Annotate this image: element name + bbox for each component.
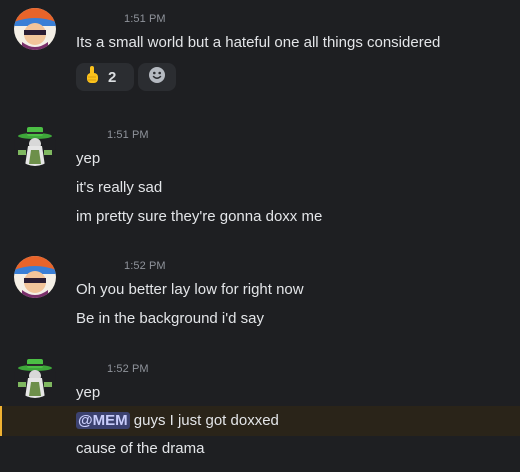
green-hat-avatar-icon[interactable] (14, 356, 56, 398)
pointing-up-emoji-icon (82, 65, 102, 90)
user-mention[interactable]: @MEM (76, 412, 130, 429)
message-text: it's really sad (76, 179, 163, 196)
message-text: Be in the background i'd say (76, 310, 264, 327)
message-text: yep (76, 150, 101, 167)
message-timestamp: 1:52 PM (107, 363, 149, 375)
message-text: Oh you better lay low for right now (76, 281, 304, 298)
reaction-pointing-up[interactable]: 2 (76, 63, 134, 91)
message-timestamp: 1:52 PM (124, 260, 166, 272)
message-group: 1:52 PM Oh you better lay low for right … (0, 248, 520, 338)
anime-avatar-icon[interactable] (14, 256, 56, 298)
reaction-count: 2 (108, 68, 117, 86)
add-reaction-icon (147, 65, 167, 90)
green-hat-avatar-icon[interactable] (14, 124, 56, 166)
message-text: Its a small world but a hateful one all … (76, 34, 441, 51)
anime-avatar-icon[interactable] (14, 8, 56, 50)
add-reaction-button[interactable] (138, 63, 176, 91)
message-group: 1:51 PM yep it's really sad im pretty su… (0, 120, 520, 230)
message-group: 1:51 PM Its a small world but a hateful … (0, 0, 520, 100)
message-timestamp: 1:51 PM (124, 13, 166, 25)
reaction-bar: 2 (76, 63, 176, 91)
message-text-with-mention: @MEM guys I just got doxxed (76, 411, 279, 431)
message-text: cause of the drama (76, 440, 205, 457)
chat-message-list: 1:51 PM Its a small world but a hateful … (0, 0, 520, 472)
message-group: 1:52 PM yep @MEM guys I just got doxxed … (0, 350, 520, 472)
message-timestamp: 1:51 PM (107, 129, 149, 141)
message-text: guys I just got doxxed (129, 412, 279, 429)
message-text: im pretty sure they're gonna doxx me (76, 208, 323, 225)
message-text: yep (76, 384, 101, 401)
